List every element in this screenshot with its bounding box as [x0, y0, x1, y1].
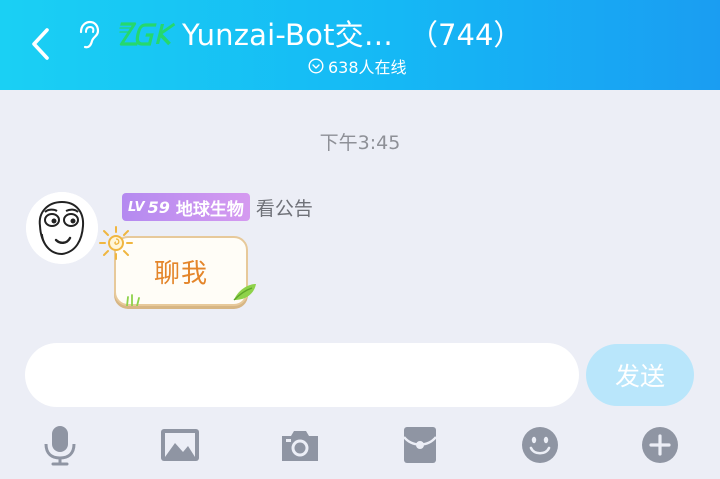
group-logo-icon — [119, 22, 176, 46]
title-row[interactable]: Yunzai-Bot交… （744） — [182, 12, 522, 54]
send-button[interactable]: 发送 — [586, 344, 694, 406]
meme-face-avatar-icon — [26, 192, 98, 264]
sun-decoration-icon — [99, 226, 133, 260]
more-button[interactable] — [638, 423, 682, 467]
chat-screen: Yunzai-Bot交… （744） 638人在线 下午3:45 LV 59 地… — [0, 0, 720, 479]
camera-icon — [282, 431, 318, 461]
member-count: （744） — [409, 18, 523, 52]
group-title: Yunzai-Bot交… — [182, 18, 394, 52]
message-input[interactable] — [25, 343, 579, 407]
avatar[interactable] — [26, 192, 98, 264]
message-text: 聊我 — [153, 258, 208, 289]
red-packet-icon — [403, 427, 437, 463]
level-title: 地球生物 — [175, 199, 244, 220]
leaf-decoration-icon — [233, 284, 256, 301]
level-badge[interactable]: LV 59 地球生物 — [122, 193, 250, 221]
emoji-button[interactable] — [518, 423, 562, 467]
back-button[interactable] — [22, 24, 58, 64]
camera-button[interactable] — [278, 423, 322, 467]
plus-icon — [642, 427, 678, 463]
grass-decoration-icon — [126, 294, 140, 306]
online-count: 638人在线 — [328, 58, 407, 77]
online-status[interactable]: 638人在线 — [308, 55, 407, 77]
chevron-circle-icon — [308, 58, 324, 74]
chevron-left-icon — [32, 28, 49, 60]
red-packet-button[interactable] — [398, 423, 442, 467]
emoji-icon — [522, 427, 558, 463]
voice-button[interactable] — [38, 423, 82, 467]
sender-row: LV 59 地球生物 看公告 — [122, 192, 313, 222]
image-icon — [161, 429, 199, 461]
level-number: 59 — [147, 197, 170, 217]
message-timestamp: 下午3:45 — [319, 132, 401, 154]
level-prefix: LV — [128, 199, 145, 215]
sender-name[interactable]: 看公告 — [256, 194, 313, 221]
microphone-icon — [44, 426, 76, 466]
ear-icon[interactable] — [76, 20, 100, 50]
photo-button[interactable] — [158, 423, 202, 467]
chat-header: Yunzai-Bot交… （744） 638人在线 — [0, 0, 720, 90]
